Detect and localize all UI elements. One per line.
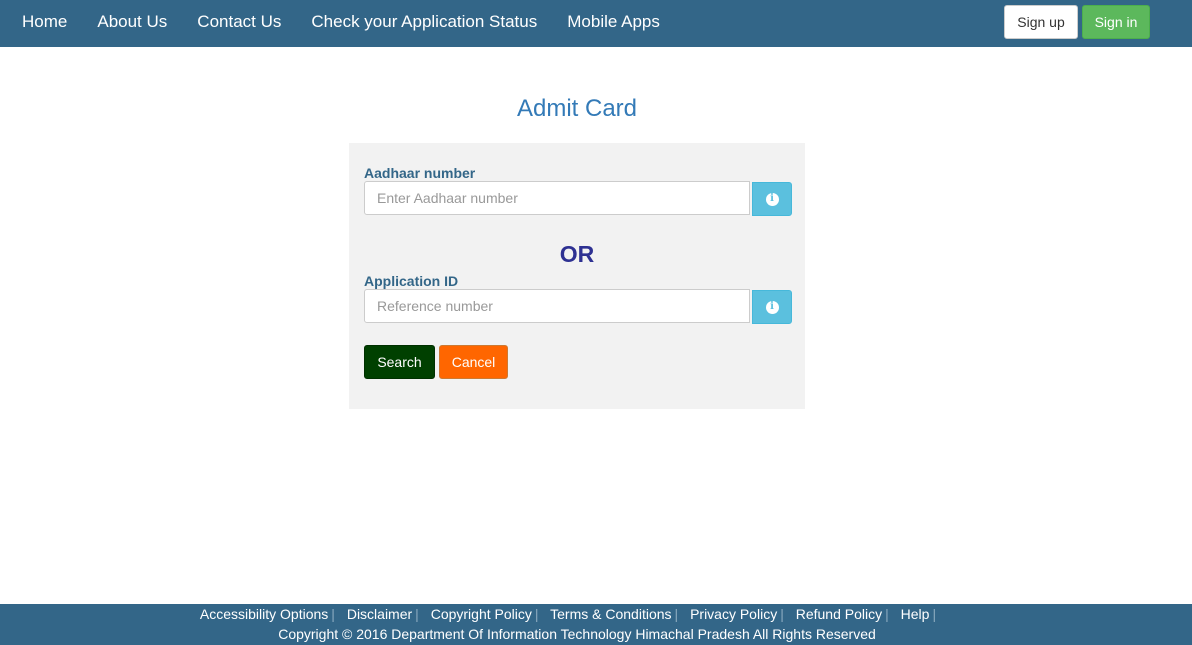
footer-separator: | [534,606,539,622]
nav-links: Home About Us Contact Us Check your Appl… [7,0,675,44]
footer-separator: | [415,606,419,622]
footer-separator: | [331,606,335,622]
admit-card-form: Aadhaar number i OR Application ID i Sea… [349,143,805,409]
footer-link-copyright-policy[interactable]: Copyright Policy [431,606,532,622]
footer-separator: | [780,606,784,622]
copyright-text: Copyright © 2016 Department Of Informati… [278,626,876,642]
or-divider-text: OR [559,241,595,267]
application-id-label: Application ID [364,273,459,289]
application-id-info-button[interactable]: i [752,290,792,324]
footer-separator: | [885,606,889,622]
footer-link-privacy-policy[interactable]: Privacy Policy [690,606,777,622]
page-title: Admit Card [516,95,638,122]
top-navbar: Home About Us Contact Us Check your Appl… [0,0,1192,47]
footer-separator: | [932,606,937,622]
footer-link-refund-policy[interactable]: Refund Policy [796,606,882,622]
search-button[interactable]: Search [364,345,435,379]
sign-in-button[interactable]: Sign in [1082,5,1150,39]
footer-link-terms-conditions[interactable]: Terms & Conditions [550,606,671,622]
nav-link-check-application-status[interactable]: Check your Application Status [296,12,552,32]
aadhaar-input[interactable] [364,181,750,215]
aadhaar-label: Aadhaar number [364,165,476,181]
footer-link-help[interactable]: Help [901,606,930,622]
auth-buttons: Sign up Sign in [1004,5,1150,39]
cancel-button[interactable]: Cancel [439,345,508,379]
nav-link-home[interactable]: Home [7,12,82,32]
aadhaar-info-button[interactable]: i [752,182,792,216]
footer-link-accessibility-options[interactable]: Accessibility Options [200,606,328,622]
nav-link-mobile-apps[interactable]: Mobile Apps [552,12,675,32]
footer: Accessibility Options | Disclaimer | Copyr… [0,604,1192,645]
application-id-input[interactable] [364,289,750,323]
nav-link-about-us[interactable]: About Us [82,12,182,32]
sign-up-button[interactable]: Sign up [1004,5,1078,39]
footer-links: Accessibility Options | Disclaimer | Copyr… [0,606,1144,622]
nav-link-contact-us[interactable]: Contact Us [182,12,296,32]
footer-link-disclaimer[interactable]: Disclaimer [347,606,412,622]
info-circle-icon: i [765,192,779,206]
footer-separator: | [674,606,679,622]
info-circle-icon: i [765,300,779,314]
